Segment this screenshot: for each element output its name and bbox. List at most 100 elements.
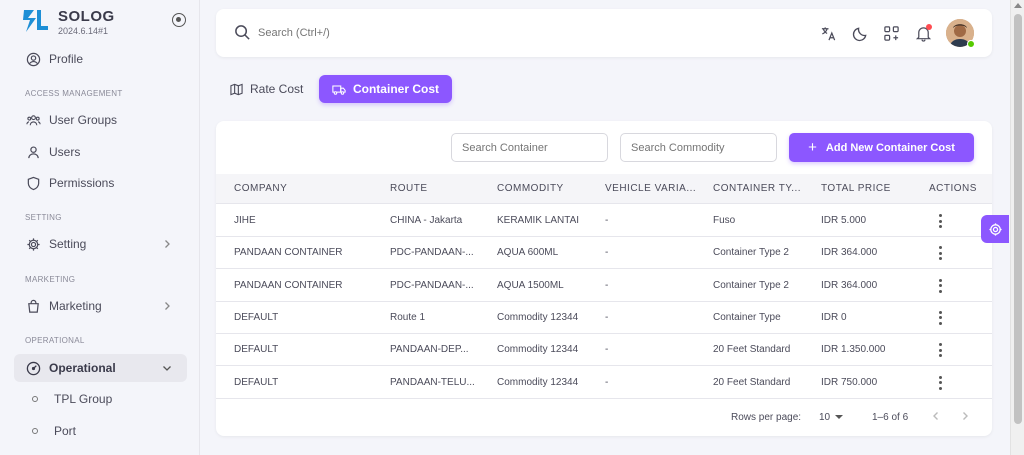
column-header-container-type[interactable]: CONTAINER TY... — [713, 183, 808, 194]
chevron-right-icon — [963, 412, 968, 420]
tab-rate-cost[interactable]: Rate Cost — [222, 75, 311, 103]
cell-commodity: Commodity 12344 — [497, 344, 579, 356]
table-row[interactable]: DEFAULT PANDAAN-DEP... Commodity 12344 - 20 … — [216, 334, 992, 367]
column-header-total-price[interactable]: TOTAL PRICE — [821, 183, 916, 194]
section-title-access-management: ACCESS MANAGEMENT — [25, 89, 123, 98]
cell-total-price: IDR 750.000 — [821, 376, 878, 388]
shortcuts-grid-icon[interactable] — [881, 23, 901, 43]
sidebar-item-label: TPL Group — [54, 392, 113, 406]
cell-company: DEFAULT — [234, 311, 279, 323]
moon-icon[interactable] — [850, 23, 870, 43]
chevron-down-icon — [163, 366, 171, 371]
sidebar-item-setting[interactable]: Setting — [14, 230, 187, 258]
bullet-icon — [32, 428, 38, 434]
scrollbar-thumb[interactable] — [1014, 14, 1022, 424]
sidebar: SOLOG 2024.6.14#1 Profile ACCESS MANAGEM… — [0, 0, 200, 455]
kebab-dot — [938, 225, 942, 228]
kebab-dot — [938, 321, 942, 325]
rows-per-page-select[interactable]: 10 — [819, 412, 830, 423]
section-title-setting: SETTING — [25, 213, 62, 222]
theme-customizer-button[interactable] — [981, 215, 1009, 243]
caret-down-icon[interactable] — [835, 415, 843, 419]
column-header-vehicle-variant[interactable]: VEHICLE VARIA... — [605, 183, 700, 194]
more-vertical-icon[interactable] — [934, 278, 946, 294]
cell-company: DEFAULT — [234, 344, 279, 356]
sidebar-item-label: Port — [54, 424, 77, 438]
table-row[interactable]: PANDAAN CONTAINER PDC-PANDAAN-... AQUA 150… — [216, 270, 992, 302]
cell-container-type: Container Type 2 — [713, 247, 789, 259]
notification-badge — [926, 24, 932, 30]
cell-total-price: IDR 5.000 — [821, 215, 867, 226]
table-row[interactable]: PANDAAN CONTAINER PDC-PANDAAN-... AQUA 600… — [216, 237, 992, 270]
kebab-dot — [938, 375, 942, 379]
sidebar-item-permissions[interactable]: Permissions — [14, 169, 187, 197]
sidebar-item-marketing[interactable]: Marketing — [14, 292, 187, 320]
cell-company: DEFAULT — [234, 376, 279, 388]
tab-container-cost[interactable]: Container Cost — [319, 75, 452, 103]
cell-commodity: KERAMIK LANTAI — [497, 215, 580, 226]
sidebar-item-label: Users — [49, 145, 81, 159]
search-container-input[interactable] — [451, 133, 608, 162]
cell-route: PANDAAN-TELU... — [390, 376, 475, 388]
cell-route: PDC-PANDAAN-... — [390, 279, 474, 291]
brand[interactable]: SOLOG 2024.6.14#1 — [20, 6, 190, 40]
section-title-operational: OPERATIONAL — [25, 336, 85, 345]
table-header: COMPANY ROUTE COMMODITY VEHICLE VARIA...… — [216, 174, 992, 204]
cell-vehicle-variant: - — [605, 279, 609, 291]
sidebar-item-profile[interactable]: Profile — [14, 45, 187, 73]
shopping-bag-icon — [26, 299, 41, 314]
table-row[interactable]: DEFAULT PANDAAN-TELU... Commodity 12344 - 20… — [216, 367, 992, 399]
users-group-icon — [26, 113, 41, 128]
cell-route: CHINA - Jakarta — [390, 215, 463, 226]
cell-total-price: IDR 364.000 — [821, 279, 878, 291]
cell-commodity: AQUA 600ML — [497, 247, 559, 259]
sidebar-item-operational[interactable]: Operational — [14, 354, 187, 382]
more-vertical-icon[interactable] — [934, 375, 946, 391]
sidebar-item-label: Setting — [49, 237, 87, 251]
brand-logo — [23, 10, 48, 32]
scroll-up-arrow-icon[interactable] — [1014, 3, 1022, 8]
more-vertical-icon[interactable] — [934, 310, 946, 326]
search-commodity-input[interactable] — [620, 133, 777, 162]
sidebar-item-label: Profile — [49, 52, 84, 66]
more-vertical-icon[interactable] — [934, 213, 946, 229]
sidebar-subitem-tpl-group[interactable]: TPL Group — [14, 386, 187, 412]
sidebar-subitem-port[interactable]: Port — [14, 418, 187, 444]
section-title-marketing: MARKETING — [25, 275, 76, 284]
brand-name: SOLOG — [58, 8, 115, 25]
sidebar-item-users[interactable]: Users — [14, 138, 187, 166]
bell-icon[interactable] — [913, 23, 933, 43]
search-input[interactable] — [258, 22, 458, 44]
translate-icon[interactable] — [818, 23, 838, 43]
cell-total-price: IDR 0 — [821, 311, 847, 323]
add-container-cost-button[interactable]: + Add New Container Cost — [789, 133, 974, 162]
shield-icon — [26, 176, 41, 191]
kebab-dot — [938, 310, 942, 314]
cell-vehicle-variant: - — [605, 344, 609, 356]
cell-company: PANDAAN CONTAINER — [234, 247, 343, 259]
cell-container-type: 20 Feet Standard — [713, 344, 791, 356]
previous-page-button[interactable] — [928, 408, 944, 424]
kebab-dot — [938, 354, 942, 358]
table-row[interactable]: DEFAULT Route 1 Commodity 12344 - Container … — [216, 302, 992, 334]
kebab-dot — [938, 219, 942, 223]
sidebar-item-label: Permissions — [49, 176, 115, 190]
cell-container-type: 20 Feet Standard — [713, 376, 791, 388]
more-vertical-icon[interactable] — [934, 245, 946, 261]
bullet-icon — [32, 396, 38, 402]
sidebar-toggle-icon[interactable] — [172, 13, 186, 27]
online-status-badge — [967, 40, 975, 48]
column-header-company[interactable]: COMPANY — [234, 183, 374, 194]
rows-per-page-label: Rows per page: — [731, 412, 802, 423]
column-header-commodity[interactable]: COMMODITY — [497, 183, 592, 194]
sidebar-item-user-groups[interactable]: User Groups — [14, 106, 187, 134]
kebab-dot — [938, 257, 942, 261]
column-header-route[interactable]: ROUTE — [390, 183, 485, 194]
next-page-button[interactable] — [957, 408, 973, 424]
more-vertical-icon[interactable] — [934, 342, 946, 358]
page-scrollbar[interactable] — [1010, 0, 1024, 455]
gear-icon — [26, 237, 41, 252]
gear-icon — [988, 222, 1002, 236]
search-icon[interactable] — [234, 24, 251, 41]
table-row[interactable]: JIHE CHINA - Jakarta KERAMIK LANTAI - Fuso ID… — [216, 205, 992, 237]
